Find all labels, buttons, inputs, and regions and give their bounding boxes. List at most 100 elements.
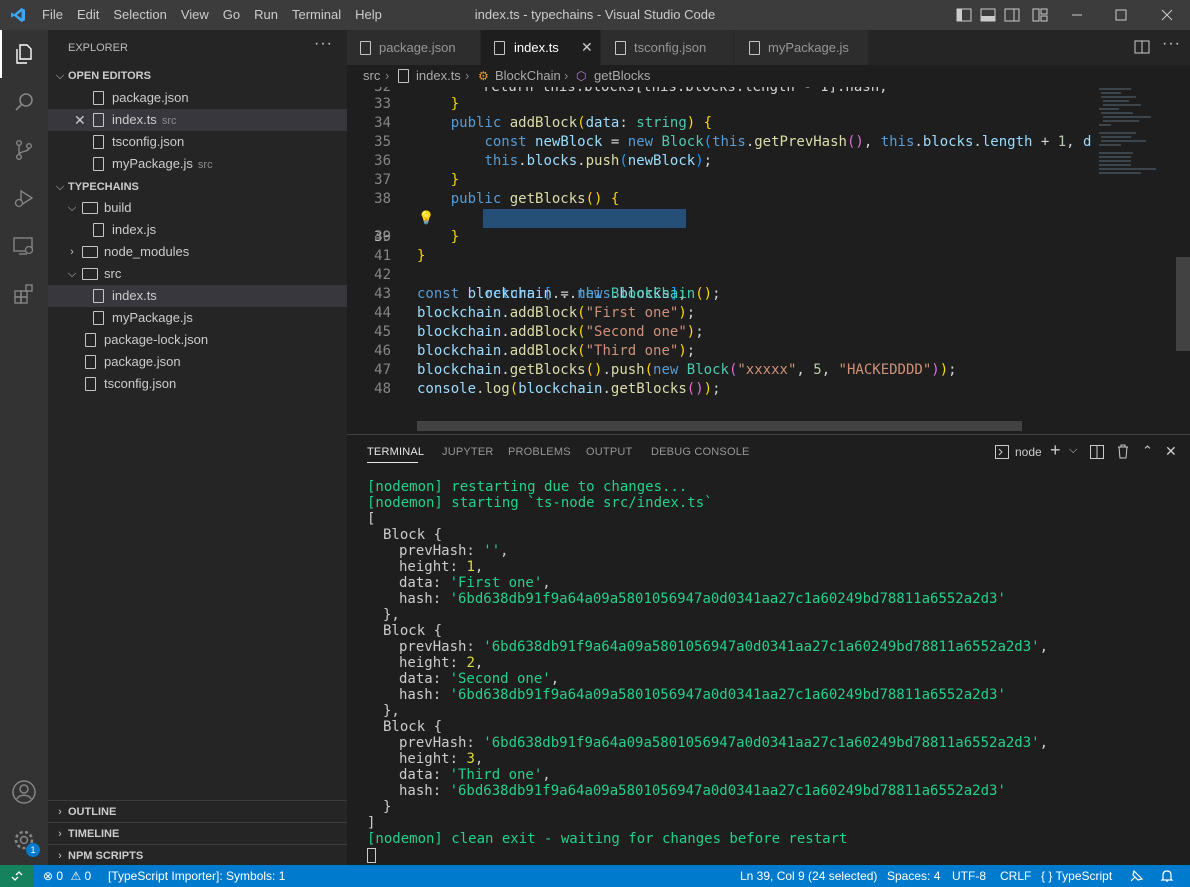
new-terminal-icon[interactable]: + bbox=[1050, 440, 1061, 461]
language-mode[interactable]: { } TypeScript bbox=[1041, 865, 1112, 887]
code-text: return this.blocks[this.blocks.length - … bbox=[483, 87, 888, 95]
close-panel-icon[interactable]: ✕ bbox=[1165, 443, 1177, 460]
notifications-bell-icon[interactable] bbox=[1160, 865, 1174, 887]
maximize-icon[interactable] bbox=[1104, 0, 1138, 30]
typescript-importer-status[interactable]: [TypeScript Importer]: Symbols: 1 bbox=[108, 865, 285, 887]
accounts-icon[interactable] bbox=[0, 768, 48, 816]
chevron-down-icon: ⌵ bbox=[67, 268, 77, 280]
close-editor-icon[interactable]: ✕ bbox=[74, 109, 86, 131]
indentation-status[interactable]: Spaces: 4 bbox=[887, 865, 940, 887]
menu-selection[interactable]: Selection bbox=[106, 0, 173, 30]
open-editor-name: package.json bbox=[112, 90, 189, 105]
vertical-scrollbar[interactable] bbox=[1176, 257, 1190, 351]
tree-file[interactable]: index.js bbox=[48, 219, 347, 241]
code-editor[interactable]: 32 return this.blocks[this.blocks.length … bbox=[347, 87, 1190, 434]
open-editor-desc: src bbox=[161, 115, 177, 127]
terminal-line: prevHash: '6bd638db91f9a64a09a5801056947… bbox=[399, 639, 1049, 655]
horizontal-scrollbar[interactable] bbox=[417, 421, 1022, 431]
menu-edit[interactable]: Edit bbox=[70, 0, 106, 30]
menu-terminal[interactable]: Terminal bbox=[285, 0, 348, 30]
cursor-position[interactable]: Ln 39, Col 9 (24 selected) bbox=[740, 865, 877, 887]
code-text: const blockchain = new BlockChain(); bbox=[417, 286, 721, 302]
terminal-line: Block { bbox=[383, 623, 443, 639]
tree-folder-src[interactable]: ⌵ src bbox=[48, 263, 347, 285]
tree-folder-build[interactable]: ⌵ build bbox=[48, 197, 347, 219]
search-icon[interactable] bbox=[0, 78, 48, 126]
npm-scripts-section[interactable]: › NPM SCRIPTS bbox=[48, 844, 347, 866]
close-tab-icon[interactable]: ✕ bbox=[581, 39, 593, 56]
extensions-icon[interactable] bbox=[0, 270, 48, 318]
remote-indicator-icon[interactable] bbox=[0, 865, 34, 887]
tab-package-json[interactable]: package.json bbox=[347, 30, 481, 65]
tab-tsconfig-json[interactable]: tsconfig.json bbox=[601, 30, 734, 65]
tree-file[interactable]: tsconfig.json bbox=[48, 373, 347, 395]
menu-help[interactable]: Help bbox=[348, 0, 389, 30]
open-editor-item[interactable]: package.json bbox=[48, 87, 347, 109]
manage-gear-icon[interactable]: 1 bbox=[0, 816, 48, 864]
project-section[interactable]: ⌵ TYPECHAINS bbox=[48, 176, 347, 198]
breadcrumb-folder[interactable]: src bbox=[363, 65, 380, 87]
run-debug-icon[interactable] bbox=[0, 174, 48, 222]
tab-problems[interactable]: PROBLEMS bbox=[508, 446, 571, 458]
terminal-shell-name[interactable]: node bbox=[1015, 445, 1042, 459]
customize-layout-icon[interactable] bbox=[1028, 0, 1052, 30]
more-actions-icon[interactable]: ··· bbox=[314, 33, 333, 55]
open-editors-section[interactable]: ⌵ OPEN EDITORS bbox=[48, 65, 347, 87]
tab-index-ts[interactable]: index.ts ✕ bbox=[481, 30, 601, 65]
breadcrumb-class[interactable]: BlockChain bbox=[495, 65, 561, 87]
tab-terminal[interactable]: TERMINAL bbox=[367, 446, 424, 458]
menu-view[interactable]: View bbox=[174, 0, 216, 30]
open-editor-item[interactable]: tsconfig.json bbox=[48, 131, 347, 153]
menu-run[interactable]: Run bbox=[247, 0, 285, 30]
tab-mypackage-js[interactable]: myPackage.js bbox=[734, 30, 869, 65]
problems-status[interactable]: ⊗ 0 ⚠ 0 bbox=[43, 865, 91, 887]
terminal-line: }, bbox=[383, 607, 400, 623]
terminal-line: ] bbox=[367, 815, 376, 831]
breadcrumb-method[interactable]: getBlocks bbox=[594, 65, 650, 87]
explorer-icon[interactable] bbox=[0, 30, 48, 78]
line-number: 44 bbox=[374, 305, 391, 321]
class-symbol-icon: ⚙ bbox=[478, 69, 489, 83]
maximize-panel-icon[interactable]: ⌃ bbox=[1142, 443, 1153, 459]
toggle-sidebar-icon[interactable] bbox=[952, 0, 976, 30]
tree-file-selected[interactable]: index.ts bbox=[48, 285, 347, 307]
open-editor-item[interactable]: myPackage.js src bbox=[48, 153, 347, 175]
line-number: 35 bbox=[374, 134, 391, 150]
open-editor-name: index.ts bbox=[112, 112, 157, 127]
toggle-secondary-sidebar-icon[interactable] bbox=[1000, 0, 1024, 30]
minimize-icon[interactable] bbox=[1060, 0, 1094, 30]
breadcrumb-file[interactable]: index.ts bbox=[416, 65, 461, 87]
kill-terminal-icon[interactable] bbox=[1116, 444, 1130, 462]
eol-status[interactable]: CRLF bbox=[1000, 865, 1031, 887]
sidebar-header: EXPLORER ··· bbox=[48, 35, 347, 59]
encoding-status[interactable]: UTF-8 bbox=[952, 865, 986, 887]
timeline-section[interactable]: › TIMELINE bbox=[48, 822, 347, 844]
tab-debug-console[interactable]: DEBUG CONSOLE bbox=[651, 446, 750, 458]
menu-file[interactable]: File bbox=[35, 0, 70, 30]
split-editor-icon[interactable] bbox=[1134, 39, 1150, 58]
code-text: public addBlock(data: string) { bbox=[450, 115, 713, 131]
open-editor-item-active[interactable]: ✕ index.ts src bbox=[48, 109, 347, 131]
minimap[interactable] bbox=[1091, 87, 1176, 187]
menu-go[interactable]: Go bbox=[216, 0, 247, 30]
close-window-icon[interactable] bbox=[1150, 0, 1184, 30]
code-text: blockchain.addBlock("First one"); bbox=[417, 305, 696, 321]
outline-section[interactable]: › OUTLINE bbox=[48, 800, 347, 822]
feedback-icon[interactable] bbox=[1130, 865, 1144, 887]
remote-explorer-icon[interactable] bbox=[0, 222, 48, 270]
tree-folder-node-modules[interactable]: › node_modules bbox=[48, 241, 347, 263]
lightbulb-icon[interactable]: 💡 bbox=[418, 209, 434, 228]
tree-file[interactable]: package.json bbox=[48, 351, 347, 373]
toggle-panel-icon[interactable] bbox=[976, 0, 1000, 30]
tree-file[interactable]: myPackage.js bbox=[48, 307, 347, 329]
tree-file[interactable]: package-lock.json bbox=[48, 329, 347, 351]
code-text: } bbox=[450, 229, 460, 245]
tab-output[interactable]: OUTPUT bbox=[586, 446, 632, 458]
tab-jupyter[interactable]: JUPYTER bbox=[442, 446, 494, 458]
chevron-right-icon: › bbox=[564, 68, 569, 83]
editor-more-icon[interactable]: ··· bbox=[1162, 35, 1181, 53]
terminal-line: height: 1, bbox=[399, 559, 484, 575]
split-terminal-icon[interactable] bbox=[1090, 445, 1104, 462]
terminal-dropdown-icon[interactable]: ⌵ bbox=[1069, 444, 1077, 457]
source-control-icon[interactable] bbox=[0, 126, 48, 174]
